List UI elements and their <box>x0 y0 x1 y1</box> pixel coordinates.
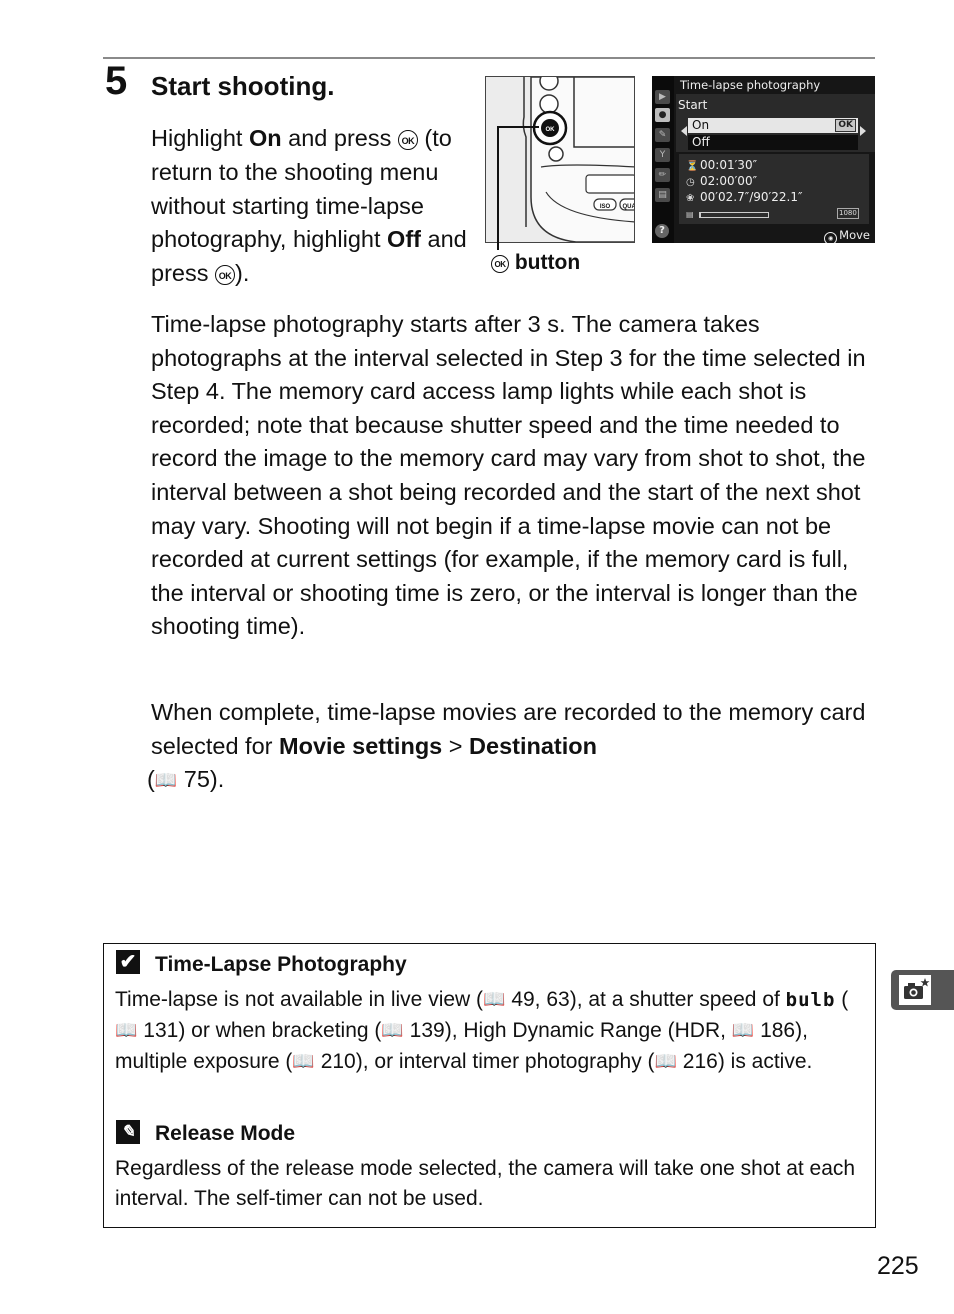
shooting-menu-icon[interactable]: ● <box>655 108 670 122</box>
menu-separator: > <box>442 732 470 759</box>
ok-button-icon: OK <box>215 265 235 286</box>
retouch-menu-icon[interactable]: ✏ <box>655 168 670 182</box>
shooting-time-value: 02:00′00″ <box>700 174 758 188</box>
instr-text: Highlight <box>151 125 249 151</box>
instr-text: ). <box>235 260 250 287</box>
notes-box: ✔ Time-Lapse Photography Time-lapse is n… <box>103 943 876 1228</box>
interval-row: ⏳ 00:01′30″ <box>686 158 757 174</box>
callout-line <box>497 126 539 128</box>
svg-text:QUAL: QUAL <box>623 204 636 210</box>
note-text: ) or when bracketing ( <box>178 1019 382 1043</box>
memory-card-icon: ▤ <box>686 210 694 219</box>
menu-sidebar: ▶ ● ✎ Y ✏ ▤ ? <box>652 76 674 243</box>
note-title: Time-Lapse Photography <box>155 953 407 976</box>
note-text: Time-lapse is not available in live view… <box>115 988 484 1011</box>
menu-ref-movie-settings: Movie settings <box>279 732 443 759</box>
camera-star-icon <box>899 975 931 1005</box>
body-paragraph-2: When complete, time-lapse movies are rec… <box>147 696 873 798</box>
custom-settings-icon[interactable]: ✎ <box>655 128 670 142</box>
shooting-time-row: ◷ 02:00′00″ <box>686 174 757 190</box>
ok-button-callout: OK button <box>491 250 580 276</box>
arrow-left-icon <box>681 126 687 136</box>
book-icon: 📖 <box>381 1020 404 1041</box>
callout-line <box>497 127 499 250</box>
note-text: ( <box>835 988 849 1011</box>
svg-text:OK: OK <box>546 127 556 133</box>
multi-selector-icon: ◉ <box>824 232 838 243</box>
svg-text:ISO: ISO <box>600 204 611 210</box>
interval-value: 00:01′30″ <box>700 158 758 172</box>
my-menu-icon[interactable]: ▤ <box>655 188 670 202</box>
note-title: Release Mode <box>155 1122 296 1145</box>
option-label: Off <box>692 135 710 149</box>
book-icon: 📖 <box>731 1020 755 1041</box>
note-text: ), High Dynamic Range (HDR, <box>444 1019 732 1043</box>
screen-title: Time-lapse photography <box>680 78 821 92</box>
movie-reel-icon: ❀ <box>686 193 695 204</box>
page-ref[interactable]: 216 <box>683 1050 718 1073</box>
zoom-button <box>539 77 559 91</box>
setup-menu-icon[interactable]: Y <box>655 148 670 162</box>
callout-text: button <box>514 251 581 274</box>
note-body: Time-lapse is not available in live view… <box>115 984 865 1078</box>
step-title: Start shooting. <box>151 71 335 101</box>
zoom-out-button <box>539 94 559 114</box>
movie-quality-icon: 1080 <box>837 208 859 219</box>
off-label: Off <box>387 226 421 253</box>
ok-button-icon: OK <box>397 130 418 150</box>
on-label: On <box>248 125 282 151</box>
playback-menu-icon[interactable]: ▶ <box>655 90 670 104</box>
camera-body-drawing: OK ISO QUAL <box>486 77 636 242</box>
pencil-note-icon: ✎ <box>116 1120 140 1144</box>
page-number: 225 <box>877 1252 919 1280</box>
shooting-time-icon: ◷ <box>686 177 695 188</box>
note-text: ), at a shutter speed of <box>569 988 786 1011</box>
arrow-right-icon <box>860 126 866 136</box>
para-text: ). <box>209 766 225 793</box>
movie-length-row: ❀ 00′02.7″/90′22.1″ <box>686 190 802 206</box>
note-body: Regardless of the release mode selected,… <box>115 1157 856 1211</box>
page-ref[interactable]: 131 <box>143 1019 178 1042</box>
caution-check-icon: ✔ <box>116 950 140 974</box>
ok-badge: OK <box>835 119 856 132</box>
book-icon: 📖 <box>292 1051 315 1072</box>
option-label: On <box>692 118 710 132</box>
page-ref[interactable]: 139 <box>410 1019 445 1042</box>
ok-button-icon: OK <box>491 255 509 273</box>
page-ref[interactable]: 49, 63 <box>511 988 569 1011</box>
movie-length-value: 00′02.7″/90′22.1″ <box>700 190 803 204</box>
move-hint: ◉ Move <box>824 228 870 243</box>
book-icon: 📖 <box>154 770 178 791</box>
help-icon[interactable]: ? <box>655 224 669 238</box>
book-icon: 📖 <box>654 1051 677 1072</box>
option-on[interactable]: On OK <box>688 118 858 133</box>
camera-back-illustration: OK ISO QUAL <box>485 76 635 243</box>
step-instructions: Highlight On and press OK (to return to … <box>151 122 481 291</box>
page-ref[interactable]: 75 <box>184 766 210 792</box>
interval-timer-icon: ⏳ <box>686 161 699 172</box>
move-hint-text: Move <box>839 228 870 242</box>
info-button <box>548 146 564 162</box>
top-rule <box>103 57 875 59</box>
bulb-display-text: bulb <box>785 989 836 1011</box>
menu-ref-destination: Destination <box>469 732 598 759</box>
card-capacity-bar <box>699 212 769 218</box>
para-text: ( <box>147 766 155 793</box>
book-icon: 📖 <box>483 989 506 1009</box>
page-ref[interactable]: 210 <box>321 1050 356 1073</box>
camera-monitor-screen: ▶ ● ✎ Y ✏ ▤ ? Time-lapse photography Sta… <box>652 76 875 243</box>
book-icon: 📖 <box>115 1020 138 1041</box>
step-number: 5 <box>105 59 128 103</box>
chapter-tab[interactable] <box>891 970 954 1010</box>
card-capacity-fill <box>700 213 702 217</box>
option-off[interactable]: Off <box>688 135 858 150</box>
note-text: ), or interval timer photography ( <box>355 1050 655 1074</box>
page-ref[interactable]: 186 <box>760 1019 795 1042</box>
menu-label: Start <box>678 98 708 112</box>
instr-text: and press <box>281 125 398 151</box>
control-panel <box>585 174 634 194</box>
body-paragraph-1: Time-lapse photography starts after 3 s.… <box>151 311 866 640</box>
note-text: ) is active. <box>717 1050 813 1074</box>
